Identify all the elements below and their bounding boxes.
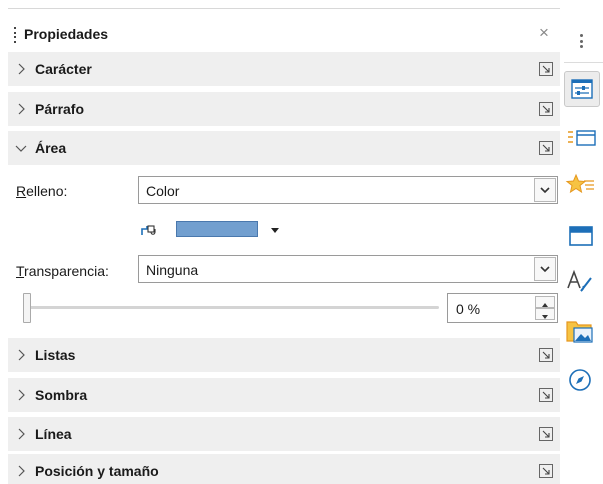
section-posicion[interactable]: Posición y tamaño [8, 454, 560, 484]
chevron-right-icon [18, 465, 25, 477]
section-caracter[interactable]: Carácter [8, 52, 560, 86]
fontwork-icon [567, 269, 592, 292]
section-posicion-label: Posición y tamaño [35, 463, 159, 479]
transparency-percent-spin[interactable]: 0 % [447, 293, 558, 323]
chevron-down-icon [540, 187, 550, 194]
chevron-right-icon [18, 428, 25, 440]
section-linea-label: Línea [35, 426, 72, 442]
top-border [8, 8, 560, 9]
image-folder-icon [566, 321, 593, 343]
section-area[interactable]: Área [8, 131, 560, 165]
section-listas-label: Listas [35, 347, 76, 363]
section-parrafo[interactable]: Párrafo [8, 92, 560, 126]
sidebar-item-properties[interactable] [564, 71, 600, 107]
fill-type-value: Color [146, 183, 180, 199]
sidebar-separator [564, 62, 603, 63]
sidebar-menu-icon[interactable] [580, 34, 583, 48]
section-sombra-label: Sombra [35, 387, 88, 403]
close-icon[interactable]: × [534, 23, 554, 43]
section-area-label: Área [35, 140, 67, 156]
properties-panel: Propiedades × Carácter Párrafo Área Rell… [8, 17, 560, 484]
fill-bucket-icon[interactable] [139, 223, 161, 243]
chevron-right-icon [18, 103, 25, 115]
sidebar-item-styles[interactable] [564, 122, 600, 158]
transparency-percent-value: 0 % [456, 301, 481, 317]
transparency-slider-thumb[interactable] [23, 293, 31, 323]
transparency-label: Transparencia: [16, 263, 109, 279]
transparency-type-value: Ninguna [146, 262, 199, 278]
more-options-icon[interactable] [539, 62, 553, 76]
styles-list-icon [568, 130, 596, 146]
more-options-icon[interactable] [539, 348, 553, 362]
section-sombra[interactable]: Sombra [8, 378, 560, 412]
more-options-icon[interactable] [539, 388, 553, 402]
fill-type-select[interactable]: Color [138, 176, 558, 204]
section-linea[interactable]: Línea [8, 417, 560, 451]
transparency-dropdown-button[interactable] [534, 257, 556, 281]
chevron-right-icon [18, 349, 25, 361]
fill-color-dropdown-caret[interactable] [271, 228, 279, 233]
properties-icon [571, 79, 593, 99]
transparency-type-select[interactable]: Ninguna [138, 255, 558, 283]
arrow-down-icon [542, 315, 548, 319]
section-listas[interactable]: Listas [8, 338, 560, 372]
star-gallery-icon [565, 173, 594, 194]
section-caracter-label: Carácter [35, 61, 92, 77]
sidebar-item-layout[interactable] [564, 219, 600, 255]
more-options-icon[interactable] [539, 102, 553, 116]
fill-label: Relleno: [16, 183, 68, 199]
sidebar-tabbar [562, 0, 603, 484]
panel-title: Propiedades [24, 26, 109, 42]
sidebar-item-image[interactable] [564, 314, 600, 350]
slide-layout-icon [569, 226, 593, 246]
fill-color-swatch[interactable] [176, 221, 258, 237]
sidebar-item-gallery[interactable] [564, 169, 600, 205]
more-options-icon[interactable] [539, 464, 553, 478]
section-parrafo-label: Párrafo [35, 101, 85, 117]
chevron-right-icon [18, 63, 25, 75]
spin-buttons [535, 296, 555, 320]
spin-down-button[interactable] [535, 308, 555, 320]
chevron-down-icon [15, 145, 27, 152]
sidebar-item-fontwork[interactable] [564, 264, 600, 300]
chevron-right-icon [18, 389, 25, 401]
fill-type-dropdown-button[interactable] [534, 178, 556, 202]
navigator-compass-icon [569, 369, 591, 391]
more-options-icon[interactable] [539, 141, 553, 155]
transparency-slider-track[interactable] [24, 306, 439, 309]
chevron-down-icon [540, 266, 550, 273]
more-options-icon[interactable] [539, 427, 553, 441]
spin-up-button[interactable] [535, 296, 555, 308]
panel-titlebar: Propiedades × [8, 17, 560, 52]
drag-grip-icon[interactable] [14, 27, 17, 43]
sidebar-item-navigator[interactable] [564, 363, 600, 399]
